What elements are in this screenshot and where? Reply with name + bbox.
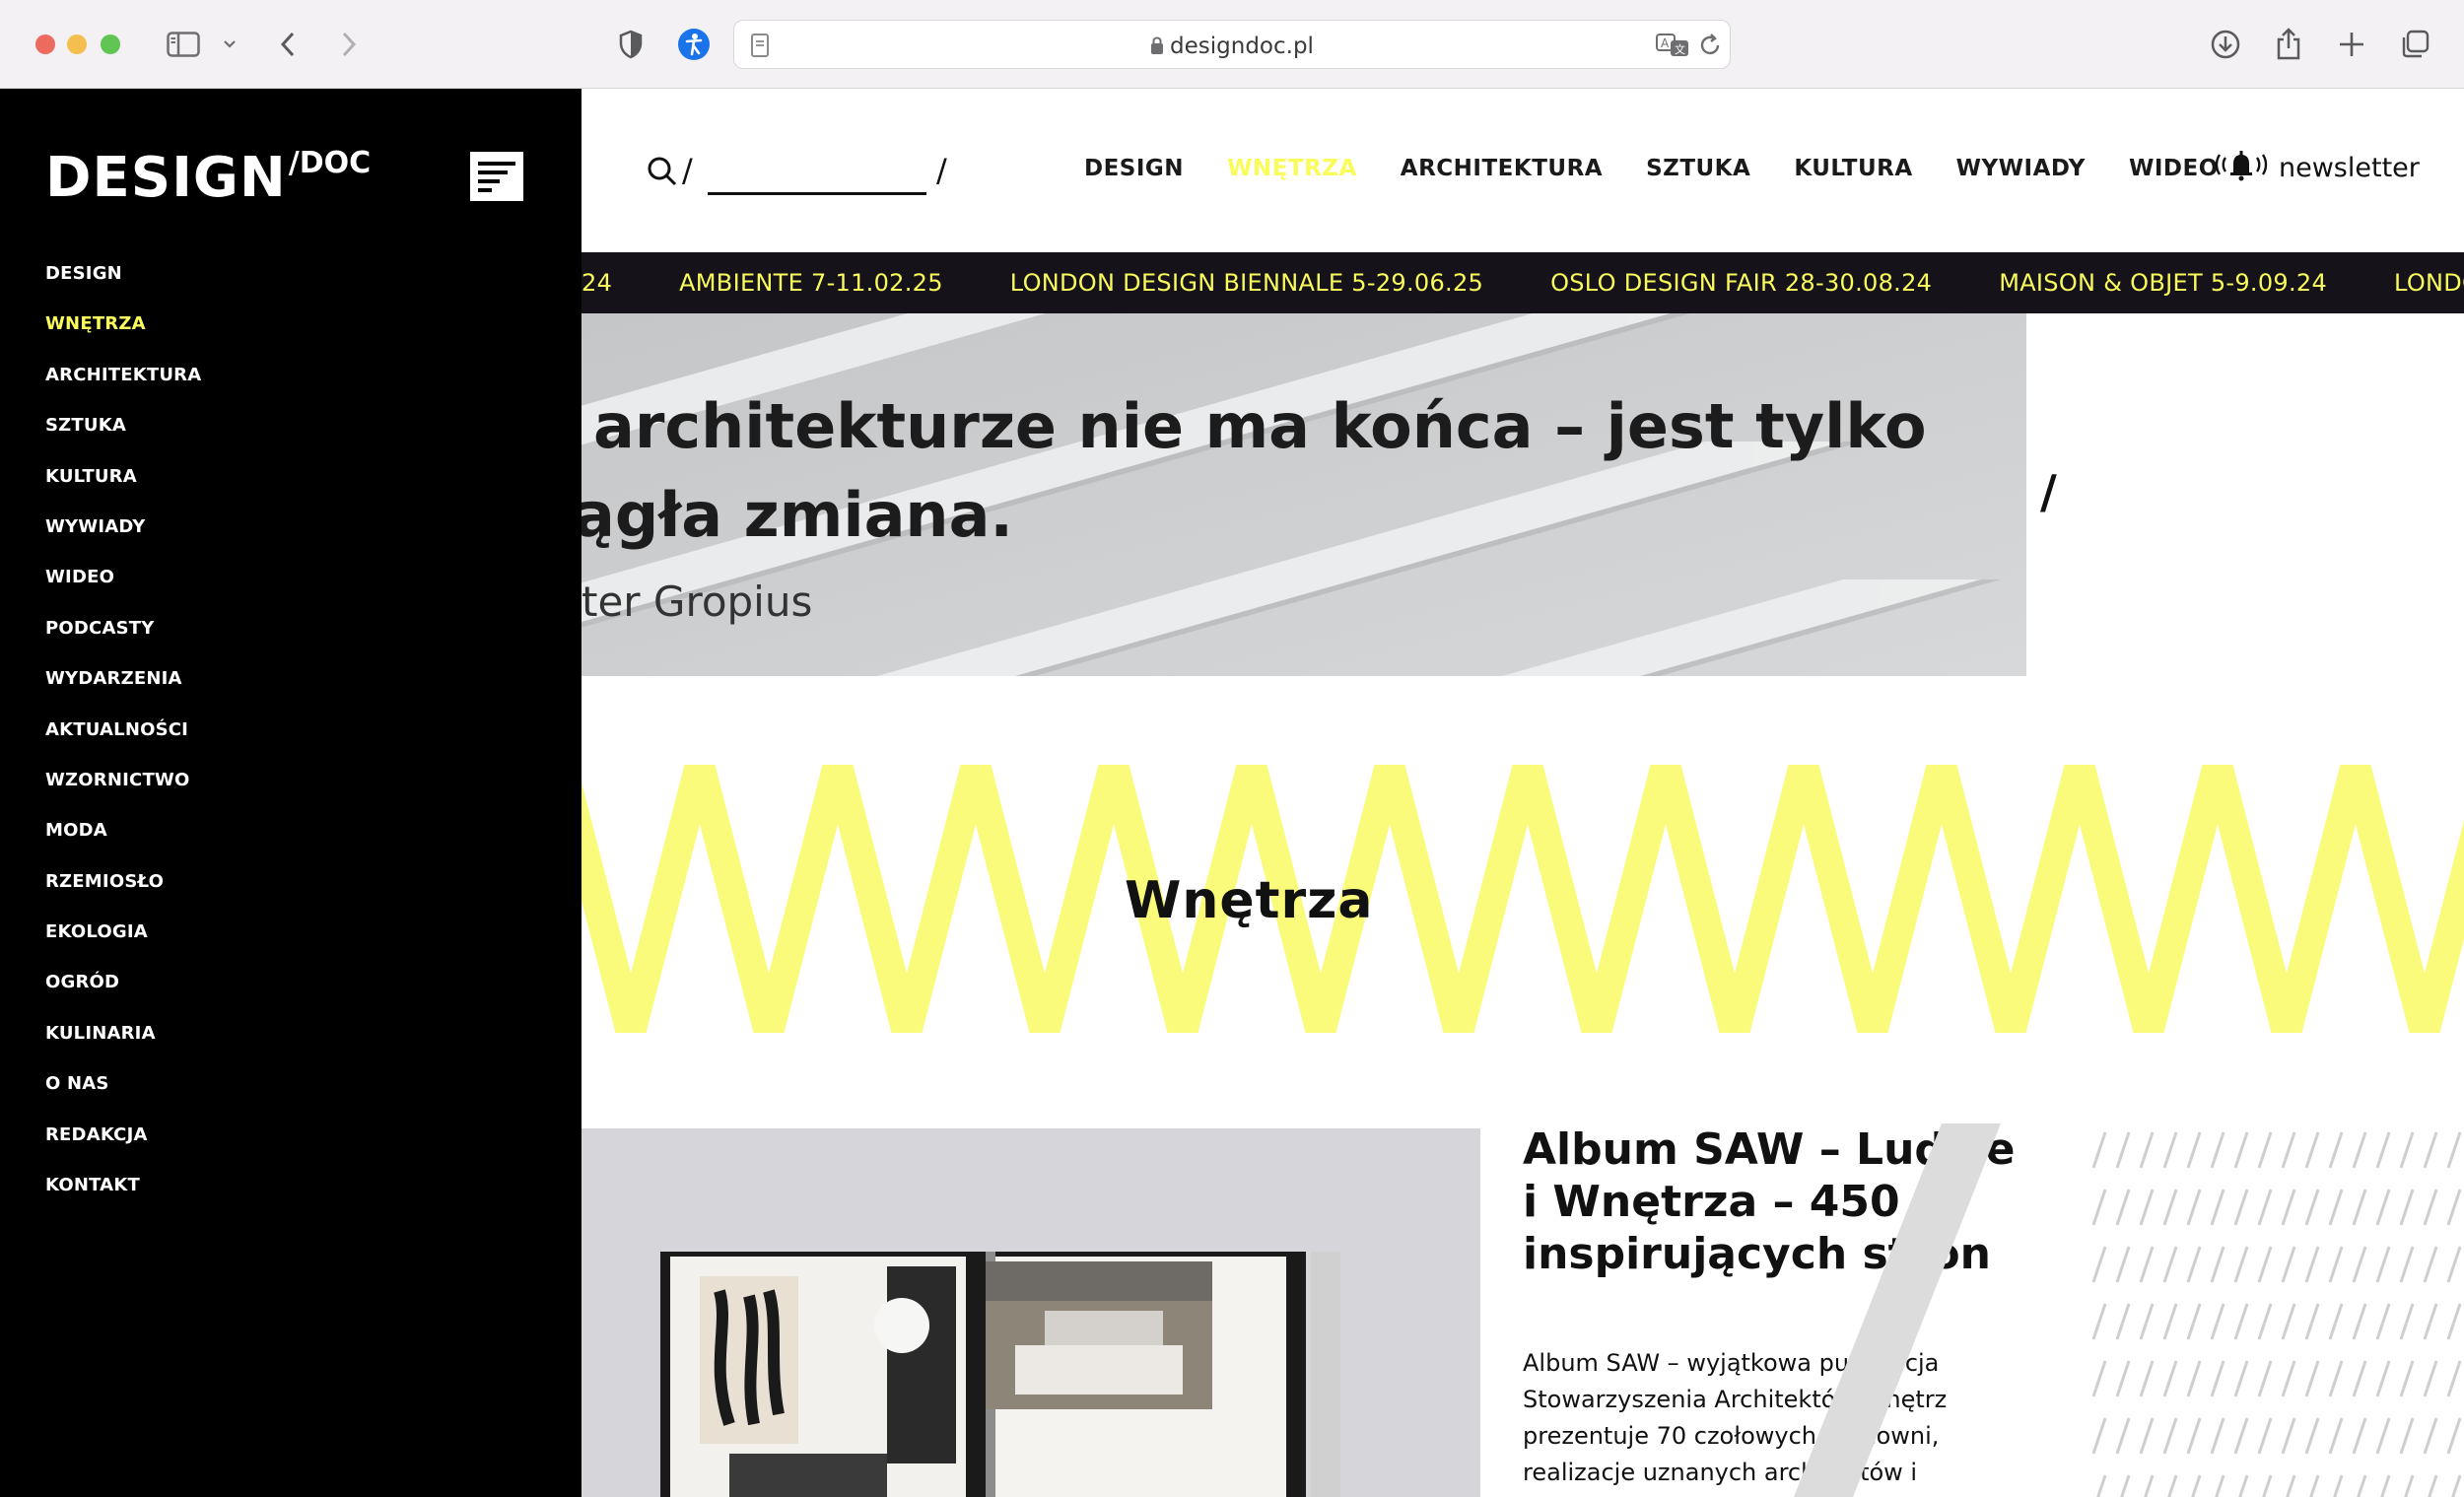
hero-side-slash: /: [2040, 465, 2057, 518]
side-menu-item-kontakt[interactable]: KONTAKT: [45, 1175, 201, 1226]
newsletter-link[interactable]: newsletter: [2214, 148, 2420, 188]
side-menu-item-sztuka[interactable]: SZTUKA: [45, 416, 201, 466]
side-menu-item-podcasty[interactable]: PODCASTY: [45, 618, 201, 669]
url-text[interactable]: designdoc.pl: [734, 34, 1730, 61]
minimize-window-button[interactable]: [67, 34, 87, 54]
logo-main: DESIGN: [45, 146, 287, 210]
side-menu-item-wzornictwo[interactable]: WZORNICTWO: [45, 770, 201, 821]
hatch-pattern-decoration: [2088, 1128, 2464, 1497]
article-image[interactable]: [582, 1128, 1480, 1497]
section-title: Wnętrza: [1125, 871, 1374, 930]
search-slash: /: [682, 152, 693, 189]
side-menu-item-design[interactable]: DESIGN: [45, 263, 201, 314]
ticker-item[interactable]: MAISON & OBJET 5-9.09.24: [1999, 269, 2327, 297]
nav-design[interactable]: DESIGN: [1084, 156, 1184, 181]
side-menu-item-ogrod[interactable]: OGRÓD: [45, 973, 201, 1023]
close-window-button[interactable]: [35, 34, 55, 54]
ticker-item[interactable]: LONDON I: [2394, 269, 2464, 297]
search-end-slash: /: [936, 152, 947, 189]
hero-quote-text: architekturze nie ma końca – jest tylko …: [582, 382, 1927, 560]
downloads-icon[interactable]: [2206, 26, 2245, 63]
side-menu-item-ekologia[interactable]: EKOLOGIA: [45, 922, 201, 973]
back-icon[interactable]: [268, 26, 308, 63]
accessibility-extension-icon[interactable]: [674, 26, 714, 63]
tab-overview-icon[interactable]: [2395, 26, 2434, 63]
url-label: designdoc.pl: [1170, 34, 1314, 59]
sidebar-toggle-icon[interactable]: [164, 26, 203, 63]
new-tab-icon[interactable]: [2332, 26, 2371, 63]
search-icon[interactable]: [647, 156, 678, 192]
nav-wnetrza[interactable]: WNĘTRZA: [1227, 156, 1357, 181]
svg-text:A: A: [1661, 36, 1670, 50]
side-menu-item-kultura[interactable]: KULTURA: [45, 466, 201, 517]
side-menu: DESIGN/DOC DESIGN WNĘTRZA ARCHITEKTURA S…: [0, 89, 582, 1497]
nav-wywiady[interactable]: WYWIADY: [1956, 156, 2086, 181]
events-ticker: 24 AMBIENTE 7-11.02.25 LONDON DESIGN BIE…: [582, 252, 2464, 313]
lock-icon: [1150, 35, 1164, 61]
privacy-shield-icon[interactable]: [611, 26, 650, 63]
zigzag-decoration: [582, 765, 2464, 1033]
forward-icon[interactable]: [329, 26, 369, 63]
side-menu-item-wideo[interactable]: WIDEO: [45, 568, 201, 618]
chevron-down-icon[interactable]: [219, 26, 240, 63]
nav-kultura[interactable]: KULTURA: [1794, 156, 1912, 181]
hero-quote-line-2: ągła zmiana.: [582, 479, 1013, 551]
decorative-slash: [1794, 1123, 2001, 1497]
bell-icon: [2214, 148, 2269, 188]
hero-quote-author: ter Gropius: [582, 578, 813, 626]
site-logo[interactable]: DESIGN/DOC: [45, 146, 371, 210]
address-bar[interactable]: designdoc.pl A文: [733, 20, 1731, 69]
hero-quote-banner[interactable]: architekturze nie ma końca – jest tylko …: [582, 313, 2026, 676]
nav-sztuka[interactable]: SZTUKA: [1646, 156, 1750, 181]
book-photo: [582, 1128, 1480, 1497]
side-menu-list: DESIGN WNĘTRZA ARCHITEKTURA SZTUKA KULTU…: [45, 263, 201, 1226]
side-menu-item-wnetrza[interactable]: WNĘTRZA: [45, 314, 201, 365]
ticker-item[interactable]: 24: [582, 269, 612, 297]
menu-toggle-button[interactable]: [470, 152, 523, 201]
translate-icon[interactable]: A文: [1656, 33, 1689, 63]
newsletter-label: newsletter: [2279, 153, 2420, 183]
side-menu-item-o-nas[interactable]: O NAS: [45, 1074, 201, 1124]
svg-text:文: 文: [1675, 42, 1685, 56]
browser-toolbar: designdoc.pl A文: [0, 0, 2464, 89]
nav-architektura[interactable]: ARCHITEKTURA: [1401, 156, 1603, 181]
share-icon[interactable]: [2269, 26, 2308, 63]
zoom-window-button[interactable]: [101, 34, 120, 54]
ticker-item[interactable]: AMBIENTE 7-11.02.25: [679, 269, 943, 297]
ticker-item[interactable]: OSLO DESIGN FAIR 28-30.08.24: [1550, 269, 1932, 297]
logo-sup: /DOC: [288, 146, 372, 180]
side-menu-item-architektura[interactable]: ARCHITEKTURA: [45, 365, 201, 416]
side-menu-item-moda[interactable]: MODA: [45, 821, 201, 871]
nav-wideo[interactable]: WIDEO: [2129, 156, 2219, 181]
ticker-item[interactable]: LONDON DESIGN BIENNALE 5-29.06.25: [1010, 269, 1483, 297]
main-nav: DESIGN WNĘTRZA ARCHITEKTURA SZTUKA KULTU…: [1084, 156, 2262, 181]
side-menu-item-kulinaria[interactable]: KULINARIA: [45, 1023, 201, 1074]
side-menu-item-wydarzenia[interactable]: WYDARZENIA: [45, 669, 201, 719]
side-menu-item-redakcja[interactable]: REDAKCJA: [45, 1124, 201, 1176]
side-menu-item-wywiady[interactable]: WYWIADY: [45, 516, 201, 568]
reload-icon[interactable]: [1698, 33, 1722, 63]
search-input[interactable]: [708, 192, 926, 195]
hero-quote-line-1: architekturze nie ma końca – jest tylko: [593, 390, 1927, 462]
side-menu-item-rzemioslo[interactable]: RZEMIOSŁO: [45, 871, 201, 922]
side-menu-item-aktualnosci[interactable]: AKTUALNOŚCI: [45, 719, 201, 771]
